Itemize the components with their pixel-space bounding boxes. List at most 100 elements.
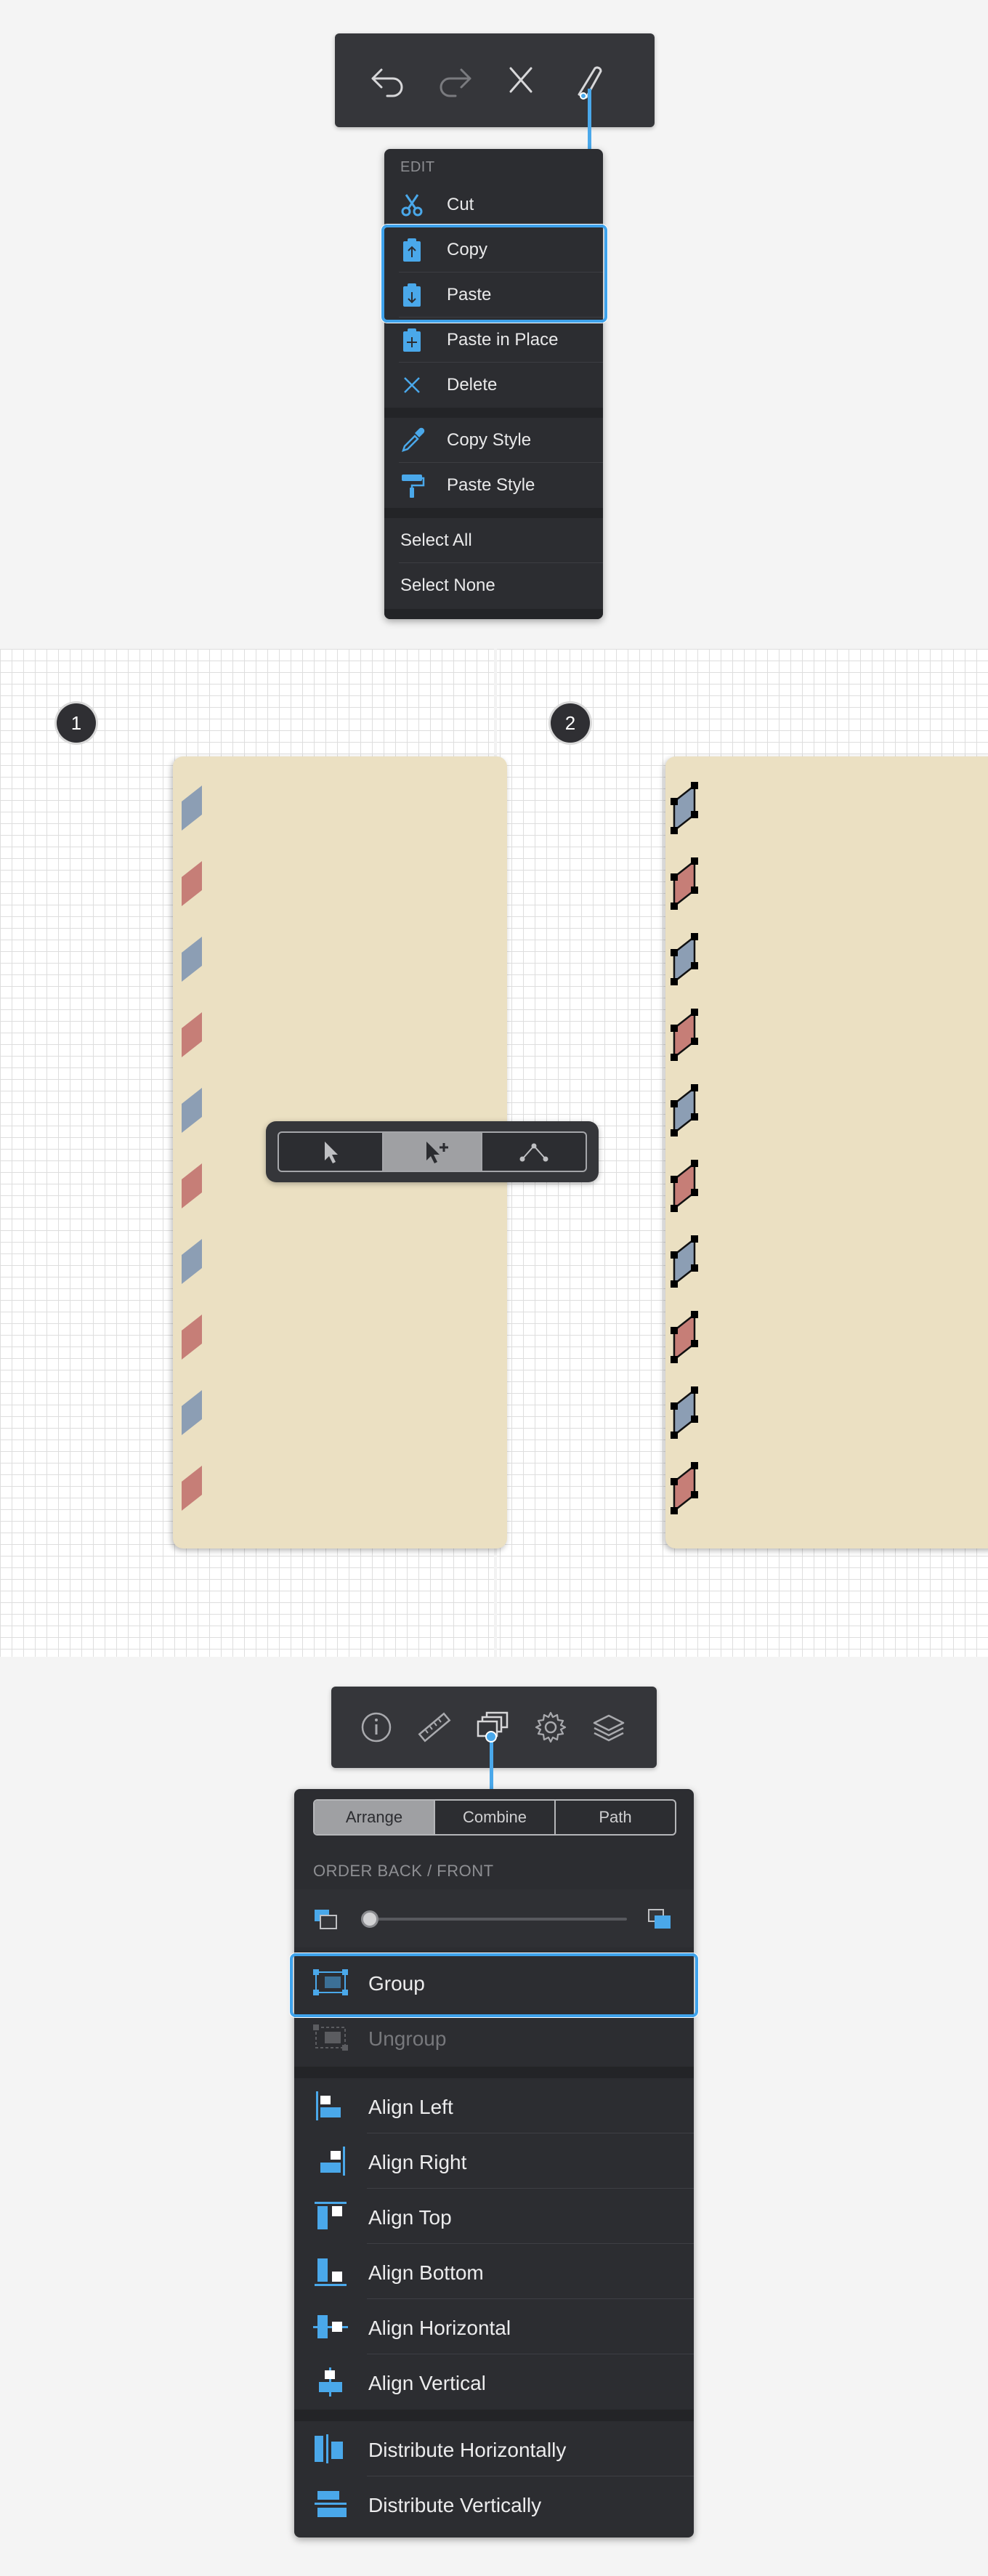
redo-icon[interactable]	[434, 58, 477, 102]
ungroup-button[interactable]: Ungroup	[294, 2010, 694, 2065]
airmail-stripe[interactable]	[673, 1312, 696, 1362]
info-icon[interactable]	[357, 1708, 395, 1746]
airmail-stripe[interactable]	[182, 861, 202, 906]
airmail-stripe[interactable]	[673, 934, 696, 984]
airmail-stripe[interactable]	[182, 1315, 202, 1360]
layers-icon[interactable]	[590, 1708, 628, 1746]
airmail-stripe[interactable]	[182, 1012, 202, 1057]
tab-arrange[interactable]: Arrange	[315, 1801, 434, 1834]
align-horizontal-button[interactable]: Align Horizontal	[294, 2299, 694, 2354]
settings-gear-icon[interactable]	[532, 1708, 570, 1746]
ungroup-icon	[312, 2023, 349, 2052]
airmail-stripe[interactable]	[673, 859, 696, 908]
distribute-horizontally-button[interactable]: Distribute Horizontally	[294, 2421, 694, 2476]
selection-handle[interactable]	[691, 1160, 698, 1167]
airmail-stripe[interactable]	[673, 1463, 696, 1513]
tab-path[interactable]: Path	[554, 1801, 675, 1834]
tab-combine[interactable]: Combine	[434, 1801, 554, 1834]
select-arrow-icon[interactable]	[278, 1131, 384, 1172]
multi-select-arrow-icon[interactable]	[382, 1131, 488, 1172]
selection-handle[interactable]	[671, 1280, 678, 1288]
align-vertical-button[interactable]: Align Vertical	[294, 2354, 694, 2410]
selection-handle[interactable]	[691, 1311, 698, 1318]
airmail-stripe[interactable]	[182, 937, 202, 982]
selection-handle[interactable]	[671, 1402, 678, 1410]
selection-handle[interactable]	[691, 1038, 698, 1045]
selection-handle[interactable]	[691, 962, 698, 969]
order-slider-knob[interactable]	[361, 1910, 378, 1928]
selection-handle[interactable]	[691, 1491, 698, 1498]
selection-handle[interactable]	[691, 811, 698, 818]
selection-handle[interactable]	[691, 1340, 698, 1347]
menu-item-select-all[interactable]: Select All	[384, 518, 603, 563]
menu-item-paste-in-place[interactable]: Paste in Place	[384, 318, 603, 363]
selection-handle[interactable]	[671, 1100, 678, 1107]
airmail-stripe[interactable]	[182, 1163, 202, 1208]
selection-handle[interactable]	[691, 887, 698, 894]
menu-item-cut[interactable]: Cut	[384, 182, 603, 227]
align-bottom-button[interactable]: Align Bottom	[294, 2244, 694, 2299]
selection-handle[interactable]	[691, 1189, 698, 1196]
selection-handle[interactable]	[671, 1129, 678, 1136]
airmail-stripe[interactable]	[182, 786, 202, 831]
delete-x-icon	[399, 372, 425, 398]
menu-item-delete[interactable]: Delete	[384, 363, 603, 408]
step-number: 1	[70, 711, 82, 734]
airmail-stripe[interactable]	[182, 1466, 202, 1511]
selection-handle[interactable]	[671, 798, 678, 805]
airmail-stripe[interactable]	[673, 783, 696, 833]
airmail-stripe[interactable]	[182, 1239, 202, 1284]
selection-handle[interactable]	[691, 1264, 698, 1272]
arrange-tabs: Arrange Combine Path	[313, 1799, 676, 1836]
menu-item-paste-style[interactable]: Paste Style	[384, 463, 603, 508]
selection-handle[interactable]	[671, 1478, 678, 1485]
send-to-back-icon[interactable]	[312, 1904, 341, 1933]
selection-handle[interactable]	[691, 1009, 698, 1016]
selection-handle[interactable]	[671, 1356, 678, 1363]
selection-handle[interactable]	[671, 1205, 678, 1212]
selection-handle[interactable]	[691, 1113, 698, 1121]
align-top-button[interactable]: Align Top	[294, 2189, 694, 2244]
airmail-stripe[interactable]	[673, 1086, 696, 1135]
airmail-stripe[interactable]	[673, 1388, 696, 1437]
node-edit-icon[interactable]	[481, 1131, 587, 1172]
distribute-vertically-label: Distribute Vertically	[368, 2494, 542, 2516]
distribute-vertically-button[interactable]: Distribute Vertically	[294, 2476, 694, 2532]
selection-handle[interactable]	[691, 782, 698, 789]
airmail-stripe[interactable]	[182, 1390, 202, 1435]
airmail-stripe[interactable]	[673, 1010, 696, 1059]
selection-handle[interactable]	[691, 1416, 698, 1423]
selection-handle[interactable]	[671, 1432, 678, 1439]
selection-handle[interactable]	[691, 857, 698, 865]
align-left-button[interactable]: Align Left	[294, 2078, 694, 2133]
selection-handle[interactable]	[671, 978, 678, 985]
selection-handle[interactable]	[671, 1251, 678, 1259]
selection-handle[interactable]	[691, 1462, 698, 1469]
undo-icon[interactable]	[365, 58, 409, 102]
bring-to-front-icon[interactable]	[646, 1904, 675, 1933]
selection-handle[interactable]	[671, 1507, 678, 1514]
selection-handle[interactable]	[671, 1176, 678, 1183]
menu-item-label: Paste Style	[447, 475, 535, 495]
order-slider-track[interactable]	[370, 1918, 627, 1921]
selection-handle[interactable]	[671, 873, 678, 881]
selection-handle[interactable]	[691, 1235, 698, 1243]
close-icon[interactable]	[499, 58, 543, 102]
selection-handle[interactable]	[691, 1386, 698, 1394]
selection-handle[interactable]	[671, 949, 678, 956]
menu-item-select-none[interactable]: Select None	[384, 563, 603, 608]
selection-handle[interactable]	[671, 1054, 678, 1061]
align-right-button[interactable]: Align Right	[294, 2133, 694, 2189]
selection-handle[interactable]	[671, 903, 678, 910]
airmail-stripe[interactable]	[182, 1088, 202, 1133]
airmail-stripe[interactable]	[673, 1237, 696, 1286]
ruler-icon[interactable]	[416, 1708, 453, 1746]
airmail-stripe[interactable]	[673, 1161, 696, 1211]
menu-item-copy-style[interactable]: Copy Style	[384, 418, 603, 463]
selection-handle[interactable]	[671, 1327, 678, 1334]
envelope-2[interactable]	[665, 756, 988, 1549]
selection-handle[interactable]	[671, 1025, 678, 1032]
selection-handle[interactable]	[691, 1084, 698, 1091]
selection-handle[interactable]	[671, 827, 678, 834]
selection-handle[interactable]	[691, 933, 698, 940]
